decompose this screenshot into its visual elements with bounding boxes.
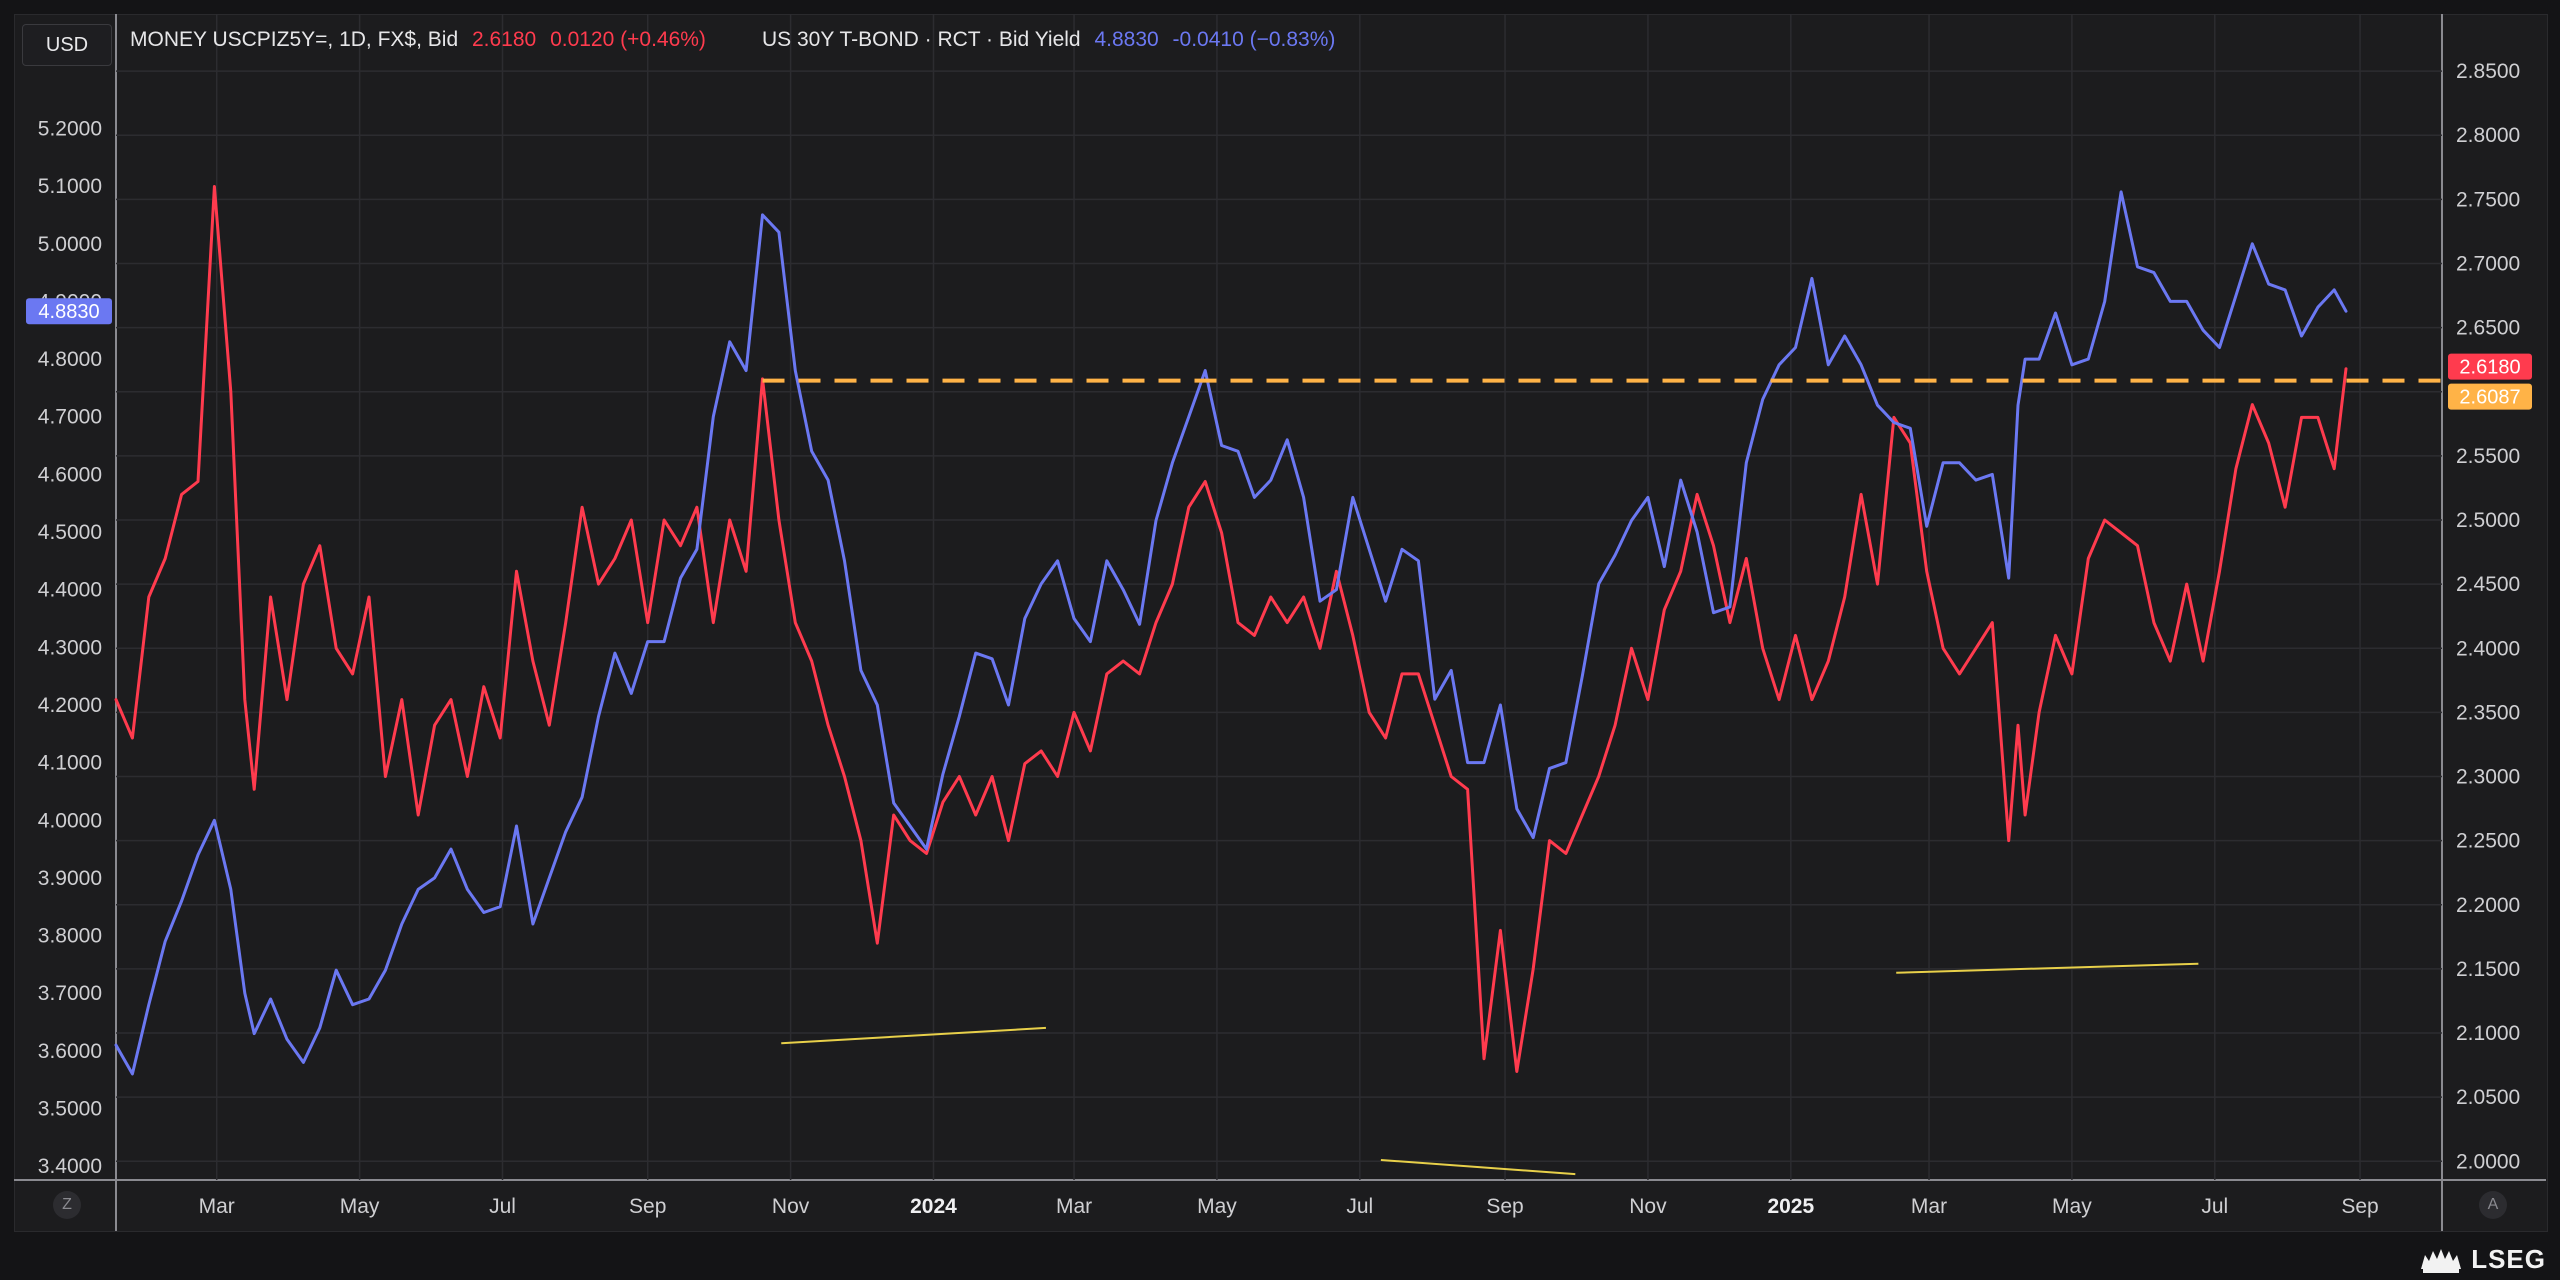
currency-button[interactable]: USD <box>22 24 112 66</box>
x-tick-label: Mar <box>199 1195 235 1218</box>
left-tick-label: 4.6000 <box>38 463 102 486</box>
breakeven-series-line[interactable] <box>114 185 2348 1073</box>
left-tick-label: 4.0000 <box>38 809 102 832</box>
legend-series-1-last: 2.6180 <box>471 28 537 51</box>
legend-series-1[interactable]: MONEY USCPIZ5Y=, 1D, FX$, Bid 2.6180 0.0… <box>130 28 714 52</box>
legend-series-1-label: MONEY USCPIZ5Y=, 1D, FX$, Bid <box>130 28 459 51</box>
right-tick-label: 2.2000 <box>2456 894 2520 917</box>
trendline[interactable] <box>781 1026 1046 1045</box>
left-tick-label: 4.5000 <box>38 521 102 544</box>
x-tick-label: Mar <box>1911 1195 1947 1218</box>
x-tick-label: Jul <box>1346 1195 1373 1218</box>
x-tick-label: May <box>340 1195 380 1218</box>
x-tick-label: Sep <box>629 1195 666 1218</box>
legend-series-2-label: US 30Y T-BOND · RCT · Bid Yield <box>762 28 1081 51</box>
right-tick-label: 2.2500 <box>2456 830 2520 853</box>
right-tick-label: 2.6500 <box>2456 317 2520 340</box>
x-axis: Mar May Jul Sep Nov 2024 Mar May Jul Sep Nov 2025 Ma… <box>199 1195 2379 1218</box>
right-tick-label: 2.1000 <box>2456 1022 2520 1045</box>
legend-series-2-last: 4.8830 <box>1094 28 1159 51</box>
right-tick-label: 2.8000 <box>2456 124 2520 147</box>
x-tick-label: Sep <box>2341 1195 2378 1218</box>
right-tick-label: 2.0000 <box>2456 1150 2520 1173</box>
x-tick-label: Jul <box>2201 1195 2228 1218</box>
trendline[interactable] <box>1380 1158 1576 1176</box>
x-tick-label: Mar <box>1056 1195 1092 1218</box>
legend-series-2[interactable]: US 30Y T-BOND · RCT · Bid Yield 4.8830 -… <box>762 28 1343 52</box>
left-tick-label: 4.8000 <box>38 348 102 371</box>
right-tick-label: 2.1500 <box>2456 958 2520 981</box>
right-tick-label: 2.4500 <box>2456 573 2520 596</box>
legend-series-1-change: 0.0120 (+0.46%) <box>550 28 706 51</box>
x-tick-label: May <box>2052 1195 2092 1218</box>
right-tick-label: 2.4000 <box>2456 637 2520 660</box>
right-axis: 2.0000 2.0500 2.1000 2.1500 2.2000 2.2500 2.30… <box>2456 60 2520 1173</box>
left-axis: 3.4000 3.5000 3.6000 3.7000 3.8000 3.9000 4.00… <box>38 117 102 1178</box>
x-tick-label: 2024 <box>910 1195 957 1218</box>
left-tick-label: 3.8000 <box>38 925 102 948</box>
series-lines[interactable] <box>114 185 2348 1076</box>
left-tick-label: 3.5000 <box>38 1098 102 1121</box>
left-tick-label: 3.9000 <box>38 867 102 890</box>
brand-lion-icon <box>2421 1248 2462 1273</box>
left-tick-label: 3.4000 <box>38 1155 102 1178</box>
brand-text: LSEG <box>2471 1244 2546 1274</box>
x-tick-label: Nov <box>772 1195 810 1218</box>
left-tick-label: 4.7000 <box>38 406 102 429</box>
right-tick-label: 2.5500 <box>2456 445 2520 468</box>
left-tick-label: 5.1000 <box>38 175 102 198</box>
x-tick-label: Sep <box>1486 1195 1523 1218</box>
right-tick-label: 2.3500 <box>2456 701 2520 724</box>
right-last-value-label: 2.6180 <box>2459 357 2520 379</box>
left-tick-label: 4.2000 <box>38 694 102 717</box>
bond-yield-series-line[interactable] <box>114 190 2348 1076</box>
left-tick-label: 5.2000 <box>38 117 102 140</box>
last-value-labels: 4.8830 2.6180 2.6087 <box>26 298 2532 410</box>
left-last-value-label: 4.8830 <box>38 301 99 323</box>
auto-scale-button[interactable]: A <box>2479 1191 2507 1219</box>
right-tick-label: 2.0500 <box>2456 1086 2520 1109</box>
left-tick-label: 5.0000 <box>38 233 102 256</box>
left-tick-label: 4.3000 <box>38 636 102 659</box>
x-tick-label: 2025 <box>1767 1195 1814 1218</box>
left-tick-label: 4.4000 <box>38 579 102 602</box>
left-tick-label: 4.1000 <box>38 752 102 775</box>
x-tick-label: Nov <box>1629 1195 1667 1218</box>
x-tick-label: May <box>1197 1195 1237 1218</box>
right-tick-label: 2.3000 <box>2456 766 2520 789</box>
zoom-reset-button[interactable]: Z <box>53 1191 81 1219</box>
right-tick-label: 2.8500 <box>2456 60 2520 83</box>
level-value-label: 2.6087 <box>2459 387 2520 409</box>
legend-series-2-change: -0.0410 (−0.83%) <box>1172 28 1336 51</box>
footer-bar <box>0 1240 2560 1280</box>
chart-canvas[interactable]: 3.4000 3.5000 3.6000 3.7000 3.8000 3.9000 4.00… <box>0 0 2560 1240</box>
x-tick-label: Jul <box>489 1195 516 1218</box>
brand-logo: LSEG <box>2417 1244 2546 1275</box>
right-tick-label: 2.7500 <box>2456 188 2520 211</box>
gridlines <box>14 14 2546 1231</box>
right-tick-label: 2.5000 <box>2456 509 2520 532</box>
right-tick-label: 2.7000 <box>2456 252 2520 275</box>
trendlines[interactable] <box>781 962 2199 1176</box>
left-tick-label: 3.6000 <box>38 1040 102 1063</box>
left-tick-label: 3.7000 <box>38 982 102 1005</box>
